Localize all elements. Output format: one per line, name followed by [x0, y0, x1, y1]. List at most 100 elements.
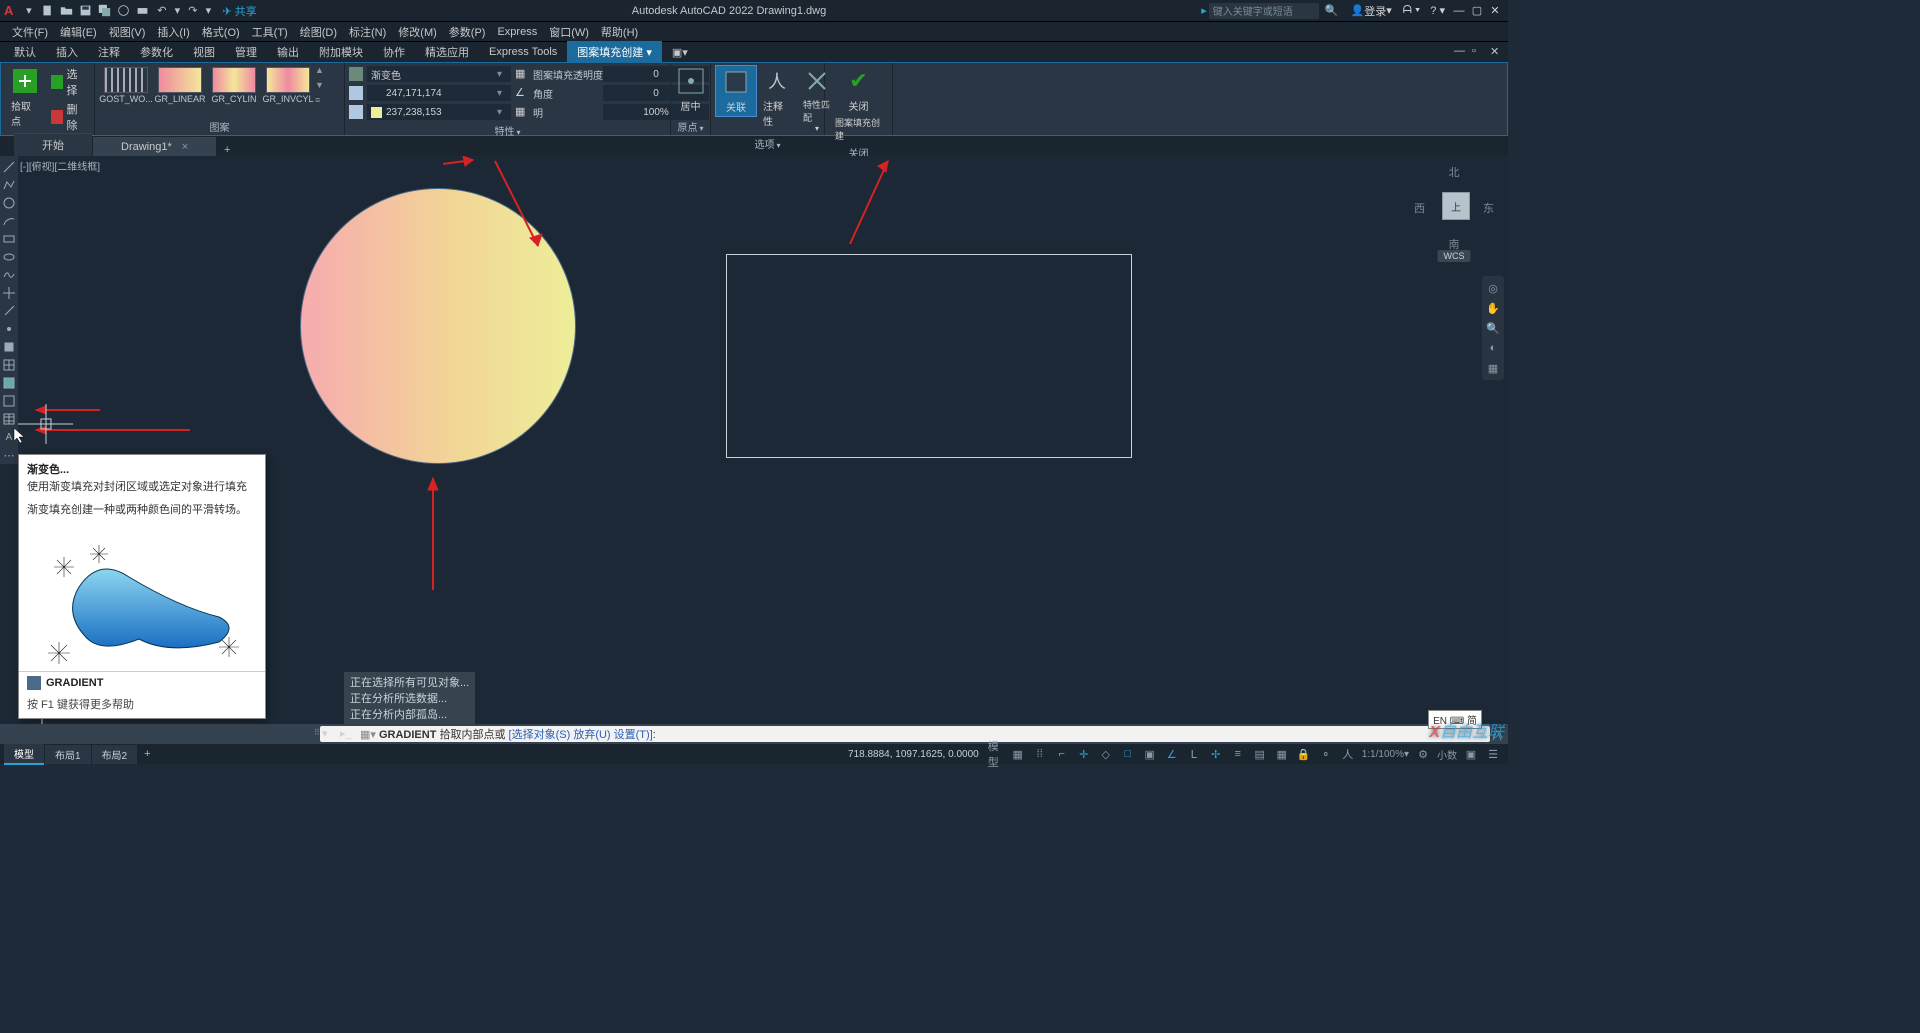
gradient-icon[interactable]	[1, 375, 17, 391]
units-format[interactable]: 小数	[1437, 746, 1457, 762]
maximize-icon[interactable]: ▢	[1470, 4, 1484, 18]
close-window-icon[interactable]: ✕	[1488, 4, 1502, 18]
save-icon[interactable]	[78, 3, 93, 18]
qat-menu-icon[interactable]: ▾	[21, 3, 36, 18]
menu-tools[interactable]: 工具(T)	[246, 24, 294, 40]
color2-dropdown[interactable]: 237,238,153▾	[367, 104, 511, 120]
viewport-label[interactable]: [-][俯视][二维线框]	[20, 158, 100, 173]
polyline-icon[interactable]	[1, 177, 17, 193]
orbit-icon[interactable]: ◐	[1484, 339, 1502, 357]
tab-collab[interactable]: 协作	[373, 41, 415, 63]
tab-default[interactable]: 默认	[4, 41, 46, 63]
viewcube[interactable]: 北 南 西 东 上 WCS	[1414, 164, 1494, 252]
tab-annotate[interactable]: 注释	[88, 41, 130, 63]
gear-icon[interactable]: ⚙	[1415, 746, 1431, 762]
iso-icon[interactable]: ◇	[1098, 746, 1114, 762]
file-tab-start[interactable]: 开始	[14, 133, 92, 156]
menu-edit[interactable]: 编辑(E)	[54, 24, 103, 40]
anno-auto-icon[interactable]: 人	[1340, 746, 1356, 762]
menu-draw[interactable]: 绘图(D)	[294, 24, 343, 40]
customize-icon[interactable]: ☰	[1485, 746, 1501, 762]
ribbon-close-icon[interactable]: ✕	[1490, 45, 1504, 59]
tab-expresstools[interactable]: Express Tools	[479, 43, 567, 61]
ducs-icon[interactable]: ᒪ	[1186, 746, 1202, 762]
tpy-icon[interactable]: ▤	[1252, 746, 1268, 762]
sheet-layout2[interactable]: 布局2	[92, 745, 138, 764]
open-icon[interactable]	[59, 3, 74, 18]
menu-parametric[interactable]: 参数(P)	[443, 24, 492, 40]
pattern-swatch-1[interactable]: GR_LINEAR	[155, 67, 205, 105]
3dosnap-icon[interactable]: ▣	[1142, 746, 1158, 762]
tab-manage[interactable]: 管理	[225, 41, 267, 63]
sc-icon[interactable]: 🔒	[1296, 746, 1312, 762]
associate-button[interactable]: 关联	[715, 65, 757, 117]
minimize-icon[interactable]: —	[1452, 4, 1466, 18]
pan-icon[interactable]: ✋	[1484, 299, 1502, 317]
close-tab-icon[interactable]: ×	[182, 141, 188, 153]
more-tools-icon[interactable]: ⋯	[1, 447, 17, 463]
dyn-icon[interactable]: ✢	[1208, 746, 1224, 762]
menu-express[interactable]: Express	[491, 26, 543, 38]
close-editor-button[interactable]: ✔ 关闭 图案填充创建	[829, 65, 888, 144]
osnap-icon[interactable]: □	[1120, 746, 1136, 762]
lwt-icon[interactable]: ≡	[1230, 746, 1246, 762]
share-button[interactable]: ✈ 共享	[222, 3, 256, 19]
polar-icon[interactable]: ✛	[1076, 746, 1092, 762]
saveas-icon[interactable]	[97, 3, 112, 18]
nav-wheel-icon[interactable]: ◎	[1484, 279, 1502, 297]
xline-icon[interactable]	[1, 285, 17, 301]
menu-window[interactable]: 窗口(W)	[543, 24, 595, 40]
pattern-swatch-0[interactable]: GOST_WO...	[101, 67, 151, 105]
cmdline-expand-icon[interactable]: ▾	[322, 727, 336, 741]
pattern-swatch-2[interactable]: GR_CYLIN	[209, 67, 259, 105]
search-input[interactable]: 键入关键字或短语	[1209, 3, 1319, 19]
grid-icon[interactable]: ▦	[1010, 746, 1026, 762]
hatch-icon[interactable]	[1, 357, 17, 373]
color1-dropdown[interactable]: 247,171,174▾	[367, 85, 511, 101]
ribbon-min-icon[interactable]: —	[1454, 45, 1468, 59]
web-icon[interactable]	[116, 3, 131, 18]
new-icon[interactable]	[40, 3, 55, 18]
cmdline-search-icon[interactable]: ▸_	[340, 727, 354, 741]
new-tab-button[interactable]: +	[217, 144, 237, 156]
sheet-add-button[interactable]: +	[138, 746, 156, 762]
undo-dd-icon[interactable]: ▾	[173, 3, 181, 18]
sheet-model[interactable]: 模型	[4, 744, 44, 765]
autodesk-app-icon[interactable]: ᗩ ▾	[1403, 4, 1421, 17]
command-line[interactable]: ▾ ▸_ ▦▾ GRADIENT 拾取内部点或 [选择对象(S) 放弃(U) 设…	[320, 726, 1490, 742]
remove-button[interactable]: 删除	[47, 100, 90, 134]
redo-dd-icon[interactable]: ▾	[204, 3, 212, 18]
viewcube-top[interactable]: 上	[1442, 192, 1470, 220]
table-icon[interactable]	[1, 411, 17, 427]
redo-icon[interactable]: ↷	[185, 3, 200, 18]
point-icon[interactable]	[1, 321, 17, 337]
help-icon[interactable]: ? ▾	[1430, 4, 1445, 17]
menu-format[interactable]: 格式(O)	[196, 24, 246, 40]
viewport[interactable]: [-][俯视][二维线框] 北 南 西 东 上 WCS ◎ ✋ 🔍 ◐ ▦	[18, 156, 1508, 764]
otrack-icon[interactable]: ∠	[1164, 746, 1180, 762]
model-toggle[interactable]: 模型	[988, 746, 1004, 762]
zoom-ext-icon[interactable]: 🔍	[1484, 319, 1502, 337]
quickprops-icon[interactable]: ▣	[1463, 746, 1479, 762]
tab-output[interactable]: 输出	[267, 41, 309, 63]
menu-view[interactable]: 视图(V)	[103, 24, 152, 40]
select-button[interactable]: 选择	[47, 65, 90, 99]
menu-modify[interactable]: 修改(M)	[392, 24, 443, 40]
anno-vis-icon[interactable]: ⚬	[1318, 746, 1334, 762]
pattern-swatch-3[interactable]: GR_INVCYL	[263, 67, 313, 105]
spline-icon[interactable]	[1, 267, 17, 283]
wcs-label[interactable]: WCS	[1438, 250, 1471, 262]
tab-parametric[interactable]: 参数化	[130, 41, 183, 63]
menu-file[interactable]: 文件(F)	[6, 24, 54, 40]
pattern-scroll[interactable]: ▲▼≡	[315, 65, 329, 105]
sheet-layout1[interactable]: 布局1	[45, 745, 91, 764]
menu-insert[interactable]: 插入(I)	[151, 24, 195, 40]
circle-icon[interactable]	[1, 195, 17, 211]
showmotion-icon[interactable]: ▦	[1484, 359, 1502, 377]
rect-icon[interactable]	[1, 231, 17, 247]
hatch-type-dropdown[interactable]: 渐变色▾	[367, 66, 511, 82]
menu-dimension[interactable]: 标注(N)	[343, 24, 392, 40]
undo-icon[interactable]: ↶	[154, 3, 169, 18]
region-icon[interactable]	[1, 393, 17, 409]
anno-scale[interactable]: 1:1/100% ▾	[1362, 746, 1409, 762]
